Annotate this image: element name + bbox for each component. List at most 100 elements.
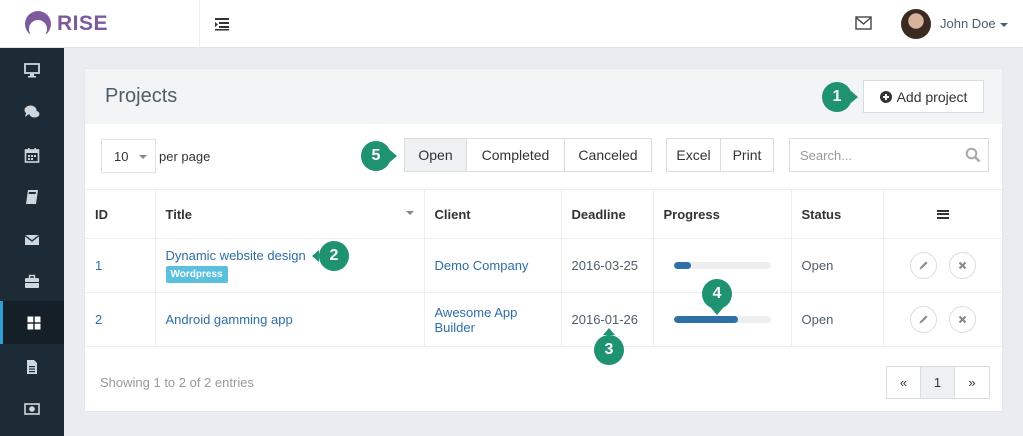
print-button[interactable]: Print [721,139,773,171]
edit-button[interactable] [909,306,937,333]
sidebar-item-dashboard[interactable] [0,50,64,90]
comments-icon [24,105,40,118]
sidebar-item-payments[interactable] [0,389,64,429]
column-header-progress[interactable]: Progress [653,189,792,239]
callout-1-pointer [851,91,858,103]
logo-text: RISE [57,12,109,35]
rise-logo-icon [24,11,52,38]
filter-canceled-button[interactable]: Canceled [565,139,651,171]
search-box [789,138,989,172]
desktop-icon [24,63,40,78]
project-id-link[interactable]: 1 [95,258,102,273]
file-icon [27,360,37,374]
top-bar: RISE John Doe [0,0,1023,48]
sidebar [0,48,64,436]
book-icon [26,190,38,204]
sidebar-toggle-icon[interactable] [214,16,230,32]
per-page-select[interactable]: 10 [101,139,156,173]
callout-4-pointer [711,308,723,315]
table-header-row: ID Title Client Deadline Progress Status [85,189,1002,239]
avatar[interactable] [901,9,931,39]
previous-page-button[interactable]: « [887,367,921,398]
sidebar-item-events[interactable] [0,135,64,175]
chevron-down-icon [999,22,1008,27]
column-header-client[interactable]: Client [424,189,562,239]
th-large-icon [27,316,40,329]
status-cell: Open [791,292,884,347]
table-row: 2 Android gamming app Awesome App Builde… [85,292,1002,347]
filter-completed-button[interactable]: Completed [467,139,565,171]
add-project-button[interactable]: Add project [863,80,984,113]
project-id-link[interactable]: 2 [95,312,102,327]
search-input[interactable] [790,139,950,171]
column-header-title-label: Title [165,206,193,222]
progress-bar-fill [673,262,691,269]
pencil-icon [919,261,928,270]
calendar-icon [24,148,40,163]
delete-button[interactable] [948,252,976,279]
plus-circle-icon [879,90,892,103]
project-title-link[interactable]: Dynamic website design [166,248,414,263]
user-name: John Doe [940,16,996,31]
projects-table: ID Title Client Deadline Progress Status… [85,189,1002,347]
project-title-link[interactable]: Android gamming app [166,312,414,327]
close-icon [958,315,966,324]
callout-5: 5 [361,141,391,171]
callout-1: 1 [822,82,852,112]
pagination: « 1 » [886,366,990,399]
entries-info: Showing 1 to 2 of 2 entries [100,375,254,390]
status-filter-group: Open Completed Canceled [404,138,652,172]
column-header-deadline[interactable]: Deadline [561,189,654,239]
close-icon [958,261,966,270]
callout-3-pointer [603,328,615,335]
callout-4: 4 [702,279,732,309]
project-label-badge: Wordpress [165,266,228,283]
export-group: Excel Print [666,138,774,172]
client-link[interactable]: Demo Company [435,258,529,273]
sidebar-item-notes[interactable] [0,177,64,217]
sidebar-item-messages[interactable] [0,92,64,132]
edit-button[interactable] [909,252,937,279]
status-cell: Open [791,238,884,293]
money-icon [24,403,40,415]
table-row: 1 Dynamic website design Wordpress Demo C… [85,238,1002,293]
callout-2: 2 [319,241,349,271]
bars-icon [936,209,949,219]
deadline-cell: 2016-03-25 [561,238,654,293]
user-menu[interactable]: John Doe [940,16,1008,31]
callout-5-pointer [390,150,397,162]
sidebar-item-invoices[interactable] [0,347,64,387]
envelope-icon [24,234,40,245]
filter-open-button[interactable]: Open [405,139,467,171]
excel-button[interactable]: Excel [667,139,721,171]
column-header-status[interactable]: Status [791,189,884,239]
sidebar-item-email[interactable] [0,220,64,260]
progress-bar-fill [673,316,739,323]
projects-panel: Projects Add project 10 per page Open Co… [84,68,1003,412]
page-button-1[interactable]: 1 [921,367,955,398]
chevron-down-icon [139,155,147,159]
panel-header: Projects Add project [85,69,1002,124]
client-link[interactable]: Awesome App Builder [435,305,518,335]
progress-bar [673,262,771,269]
next-page-button[interactable]: » [955,367,989,398]
column-header-title[interactable]: Title [155,189,425,239]
envelope-icon[interactable] [855,16,872,30]
sidebar-item-clients[interactable] [0,262,64,302]
sort-desc-icon [405,210,414,215]
search-icon[interactable] [965,147,981,163]
sidebar-item-projects[interactable] [0,301,64,344]
delete-button[interactable] [948,306,976,333]
briefcase-icon [25,274,39,288]
per-page-value: 10 [114,148,129,164]
page-title: Projects [105,85,178,107]
pencil-icon [919,315,928,324]
column-header-actions[interactable] [883,189,1002,239]
logo[interactable]: RISE [0,0,200,48]
progress-bar [673,316,771,323]
callout-3: 3 [594,335,624,365]
add-project-label: Add project [896,88,968,105]
per-page-label: per page [159,149,211,164]
callout-2-pointer [312,250,319,262]
column-header-id[interactable]: ID [85,189,156,239]
